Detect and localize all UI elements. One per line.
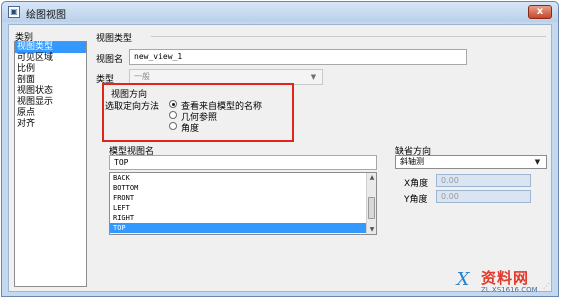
view-type-value: 一般: [134, 72, 150, 81]
vertical-scrollbar[interactable]: ▲ ▼: [366, 173, 376, 234]
y-angle-input: 0.00: [436, 190, 531, 203]
radio-geometry-reference[interactable]: [169, 111, 177, 119]
orientation-method-label: 选取定向方法: [105, 102, 160, 112]
window-title: 绘图视图: [26, 10, 66, 21]
category-item-view-state[interactable]: 视图状态: [15, 86, 86, 97]
model-view-item[interactable]: FRONT: [110, 193, 376, 203]
close-button[interactable]: x: [528, 5, 552, 19]
category-item-view-type[interactable]: 视图类型: [15, 42, 86, 53]
category-item-scale[interactable]: 比例: [15, 64, 86, 75]
dialog-body: 类别 视图类型 可见区域 比例 剖面 视图状态 视图显示 原点 对齐 视图类型 …: [8, 24, 552, 292]
option-angle-label[interactable]: 角度: [181, 121, 199, 134]
model-view-item[interactable]: RIGHT: [110, 213, 376, 223]
category-item-origin[interactable]: 原点: [15, 108, 86, 119]
radio-angle[interactable]: [169, 122, 177, 130]
category-item-view-display[interactable]: 视图显示: [15, 97, 86, 108]
x-angle-input: 0.00: [436, 174, 531, 187]
model-view-list[interactable]: BACK BOTTOM FRONT LEFT RIGHT TOP ▲ ▼: [109, 172, 377, 235]
category-list[interactable]: 视图类型 可见区域 比例 剖面 视图状态 视图显示 原点 对齐: [14, 41, 87, 287]
scroll-up-icon[interactable]: ▲: [367, 173, 376, 182]
category-item-alignment[interactable]: 对齐: [15, 119, 86, 130]
view-name-input[interactable]: new_view_1: [129, 49, 467, 65]
view-type-panel: 视图类型 视图名 new_view_1 类型 一般 ▼ 视图方向 选取定向方法 …: [91, 25, 551, 291]
watermark-url: ZL.XS1616.COM: [481, 286, 538, 294]
chevron-down-icon: ▼: [534, 158, 541, 166]
drawing-view-icon: ▣: [8, 6, 20, 18]
model-view-item[interactable]: LEFT: [110, 203, 376, 213]
model-view-search-input[interactable]: TOP: [109, 155, 377, 170]
y-angle-label: Y角度: [404, 195, 428, 205]
model-view-item[interactable]: BOTTOM: [110, 183, 376, 193]
drawing-view-dialog: ▣ 绘图视图 x 类别 视图类型 可见区域 比例 剖面 视图状态 视图显示 原点…: [1, 1, 559, 297]
model-view-item-selected[interactable]: TOP: [110, 223, 376, 233]
watermark-logo-icon: X: [456, 269, 470, 290]
model-view-item[interactable]: BACK: [110, 173, 376, 183]
scroll-thumb[interactable]: [368, 197, 375, 219]
view-name-label: 视图名: [96, 55, 124, 65]
title-bar[interactable]: ▣ 绘图视图 x: [2, 2, 558, 22]
category-item-section[interactable]: 剖面: [15, 75, 86, 86]
watermark: X 资料网 ZL.XS1616.COM: [447, 266, 559, 298]
x-angle-label: X角度: [404, 179, 429, 189]
section-divider: [151, 36, 546, 37]
default-orientation-select[interactable]: 斜轴测 ▼: [395, 155, 547, 169]
default-orientation-value: 斜轴测: [400, 157, 424, 166]
scroll-down-icon[interactable]: ▼: [367, 225, 376, 234]
radio-model-name[interactable]: [169, 100, 177, 108]
view-orientation-group: 视图方向 选取定向方法 查看来自模型的名称 几何参照 角度: [102, 83, 294, 142]
watermark-title: 资料网: [481, 269, 530, 287]
category-item-visible-area[interactable]: 可见区域: [15, 53, 86, 64]
chevron-down-icon: ▼: [310, 73, 317, 81]
section-title: 视图类型: [96, 34, 133, 44]
